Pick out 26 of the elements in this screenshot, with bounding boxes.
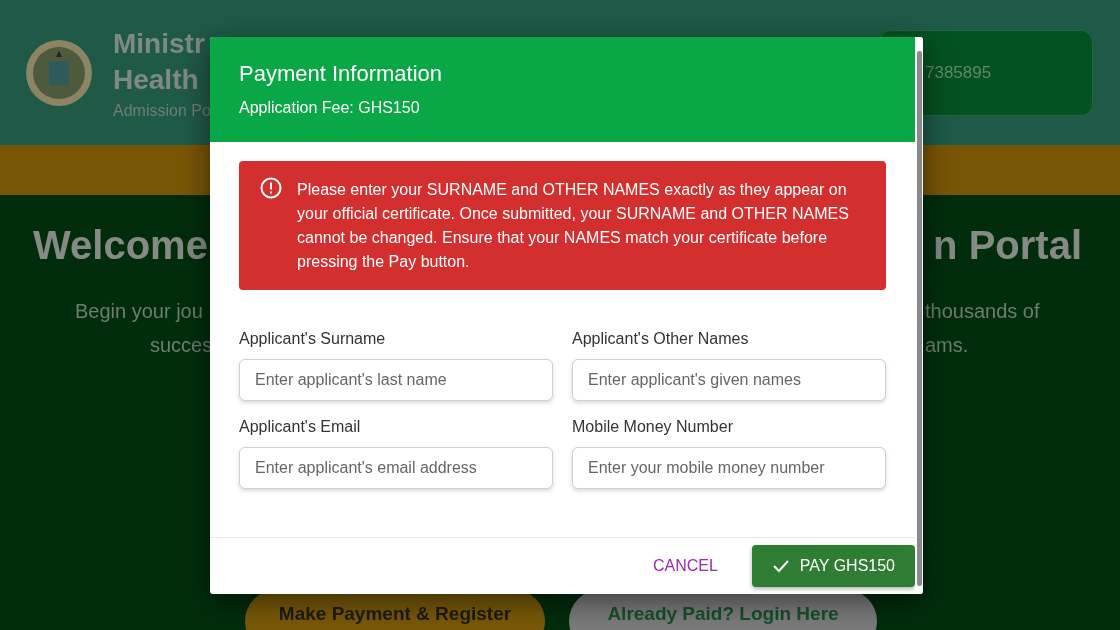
intro-text: ams. xyxy=(925,333,970,358)
field-label: Applicant's Surname xyxy=(239,330,387,348)
pay-button[interactable]: PAY GHS150 xyxy=(751,545,915,587)
intro-text: succes xyxy=(149,333,213,358)
welcome-heading: Welcome xyxy=(32,223,208,268)
ministry-title: Health xyxy=(113,62,200,97)
ministry-title: Ministr xyxy=(113,26,206,61)
portal-subtitle: Admission Po xyxy=(113,101,211,120)
field-label: Applicant's Email xyxy=(239,418,362,436)
input-field[interactable]: Enter applicant's email address xyxy=(239,447,553,489)
intro-text: thousands of xyxy=(925,299,1041,324)
intro-text: Begin your jou xyxy=(75,299,204,324)
error-icon xyxy=(259,176,283,200)
dialog-title: Payment Information xyxy=(239,61,443,87)
application-fee: Application Fee: GHS150 xyxy=(239,99,421,117)
input-field[interactable]: Enter applicant's given names xyxy=(572,359,886,401)
input-field[interactable]: Enter applicant's last name xyxy=(239,359,553,401)
cancel-button[interactable]: CANCEL xyxy=(632,545,738,587)
alert-message: Please enter your SURNAME and OTHER NAMES exactly as they appear on your official certificate. Once submitted, your SURNAME and OTHER NAMES cannot be changed. Ensure that your NAMES match your certificate before pressing the Pay button. xyxy=(297,180,850,272)
coat-of-arms-emblem xyxy=(25,38,93,107)
input-field[interactable]: Enter your mobile money number xyxy=(572,447,886,489)
field-label: Applicant's Other Names xyxy=(572,330,750,348)
field-label: Mobile Money Number xyxy=(572,418,734,436)
welcome-heading: n Portal xyxy=(933,223,1083,268)
check-icon xyxy=(771,559,790,573)
scrollbar[interactable] xyxy=(915,37,923,594)
